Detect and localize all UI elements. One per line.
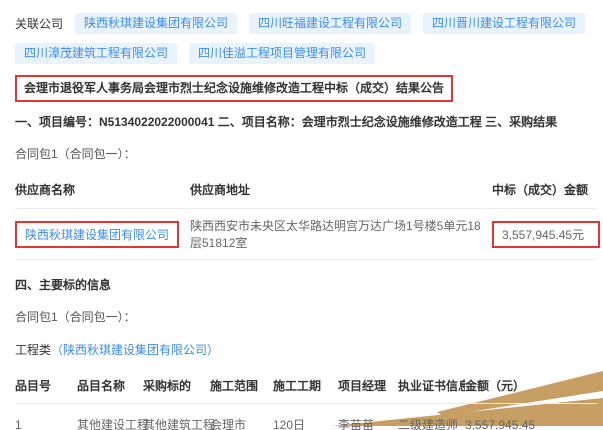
amount-header: 金额（元） [465, 368, 597, 404]
announcement-title-highlight-box: 会理市退役军人事务局会理市烈士纪念设施维修改造工程中标（成交）结果公告 [15, 75, 453, 102]
item-name-header: 品目名称 [77, 368, 143, 404]
construction-period-cell: 120日 [273, 404, 338, 430]
related-companies-label: 关联公司 [15, 15, 63, 32]
detail-table-row: 1 其他建设工程 其他建筑工程 会理市 120日 李苗苗 二级建造师 3,557… [15, 404, 597, 430]
supplier-result-table: 供应商名称 供应商地址 中标（成交）金额 陕西秋琪建设集团有限公司 陕西西安市未… [15, 171, 597, 260]
detail-table-header-row: 品目号 品目名称 采购标的 施工范围 施工工期 项目经理 执业证书信息 金额（元… [15, 368, 597, 404]
supplier-table-row: 陕西秋琪建设集团有限公司 陕西西安市未央区太华路达明宫万达广场1号楼5单元18层… [15, 209, 597, 260]
item-no-header: 品目号 [15, 368, 77, 404]
page-content: 关联公司 陕西秋琪建设集团有限公司 四川旺福建设工程有限公司 四川晋川建设工程有… [0, 0, 603, 430]
bid-amount-header: 中标（成交）金额 [492, 171, 597, 209]
supplier-name-header: 供应商名称 [15, 171, 190, 209]
supplier-table-header-row: 供应商名称 供应商地址 中标（成交）金额 [15, 171, 597, 209]
license-info-header: 执业证书信息 [398, 368, 465, 404]
related-company-tag[interactable]: 四川佳溢工程项目管理有限公司 [189, 43, 375, 64]
amount-cell: 3,557,945.45 [465, 404, 597, 430]
construction-period-header: 施工工期 [273, 368, 338, 404]
contract-package-line-2: 合同包1（合同包一）： [15, 308, 597, 325]
item-no-cell: 1 [15, 404, 77, 430]
announcement-page: 关联公司 陕西秋琪建设集团有限公司 四川旺福建设工程有限公司 四川晋川建设工程有… [0, 0, 603, 430]
winning-supplier-link[interactable]: 陕西秋琪建设集团有限公司 [15, 221, 179, 248]
project-manager-header: 项目经理 [338, 368, 398, 404]
construction-scope-cell: 会理市 [210, 404, 273, 430]
category-company-link[interactable]: （陕西秋琪建设集团有限公司） [51, 343, 219, 357]
license-info-cell: 二级建造师 [398, 404, 465, 430]
main-bid-info-heading: 四、主要标的信息 [15, 276, 597, 293]
construction-scope-header: 施工范围 [210, 368, 273, 404]
supplier-address-header: 供应商地址 [190, 171, 492, 209]
procurement-target-header: 采购标的 [143, 368, 210, 404]
related-company-tag[interactable]: 陕西秋琪建设集团有限公司 [75, 13, 237, 34]
related-company-tag[interactable]: 四川晋川建设工程有限公司 [423, 13, 585, 34]
related-company-tag[interactable]: 四川旺福建设工程有限公司 [249, 13, 411, 34]
category-line: 工程类（陕西秋琪建设集团有限公司） [15, 341, 597, 358]
related-companies-row: 关联公司 陕西秋琪建设集团有限公司 四川旺福建设工程有限公司 四川晋川建设工程有… [15, 13, 597, 64]
bid-detail-table: 品目号 品目名称 采购标的 施工范围 施工工期 项目经理 执业证书信息 金额（元… [15, 368, 597, 430]
project-meta-line: 一、项目编号：N5134022022000041 二、项目名称：会理市烈士纪念设… [15, 115, 597, 130]
contract-package-line: 合同包1（合同包一）： [15, 145, 597, 162]
announcement-title: 会理市退役军人事务局会理市烈士纪念设施维修改造工程中标（成交）结果公告 [24, 81, 444, 95]
category-label: 工程类 [15, 343, 51, 357]
related-company-tag[interactable]: 四川漳茂建筑工程有限公司 [15, 43, 177, 64]
supplier-address: 陕西西安市未央区太华路达明宫万达广场1号楼5单元18层51812室 [190, 209, 492, 260]
project-manager-cell: 李苗苗 [338, 404, 398, 430]
procurement-target-cell: 其他建筑工程 [143, 404, 210, 430]
winning-amount: 3,557,945.45元 [492, 221, 600, 248]
item-name-cell: 其他建设工程 [77, 404, 143, 430]
